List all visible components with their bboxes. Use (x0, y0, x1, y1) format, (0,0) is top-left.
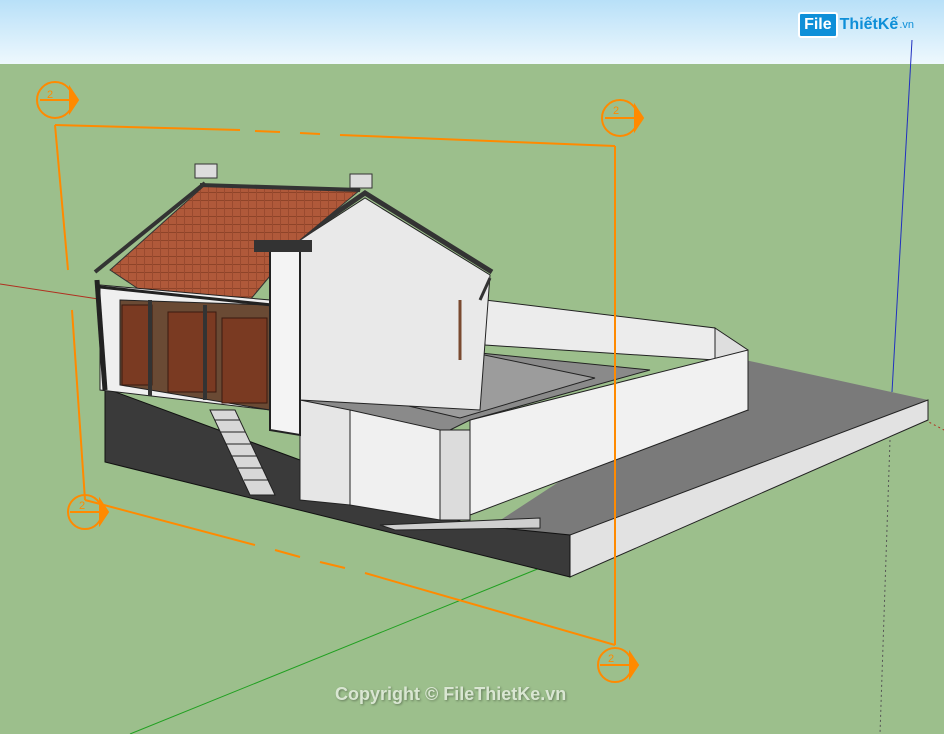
logo-text: ThiếtKế (839, 16, 899, 33)
logo-suffix: .vn (899, 19, 914, 31)
section-marker-label: 2 (79, 500, 85, 512)
filethietke-logo: File ThiếtKế .vn (798, 12, 914, 38)
section-marker-label: 2 (47, 89, 53, 101)
logo-box: File (798, 12, 838, 38)
door-3 (221, 317, 268, 404)
section-pillar-cap (254, 240, 312, 252)
annex-pillar (439, 429, 471, 521)
sketchup-viewport[interactable]: 2 2 2 2 (0, 0, 944, 734)
section-pillar (269, 249, 301, 437)
door-2 (167, 311, 217, 393)
section-marker-label: 2 (608, 653, 614, 665)
annex-front-wall (299, 399, 351, 506)
copyright-watermark: Copyright © FileThietKe.vn (335, 684, 567, 704)
ridge-ornament-left (194, 163, 218, 179)
ridge-ornament-right (349, 173, 373, 189)
annex-side-wall (349, 409, 441, 521)
door-1 (121, 304, 153, 386)
section-marker-label: 2 (613, 105, 619, 117)
